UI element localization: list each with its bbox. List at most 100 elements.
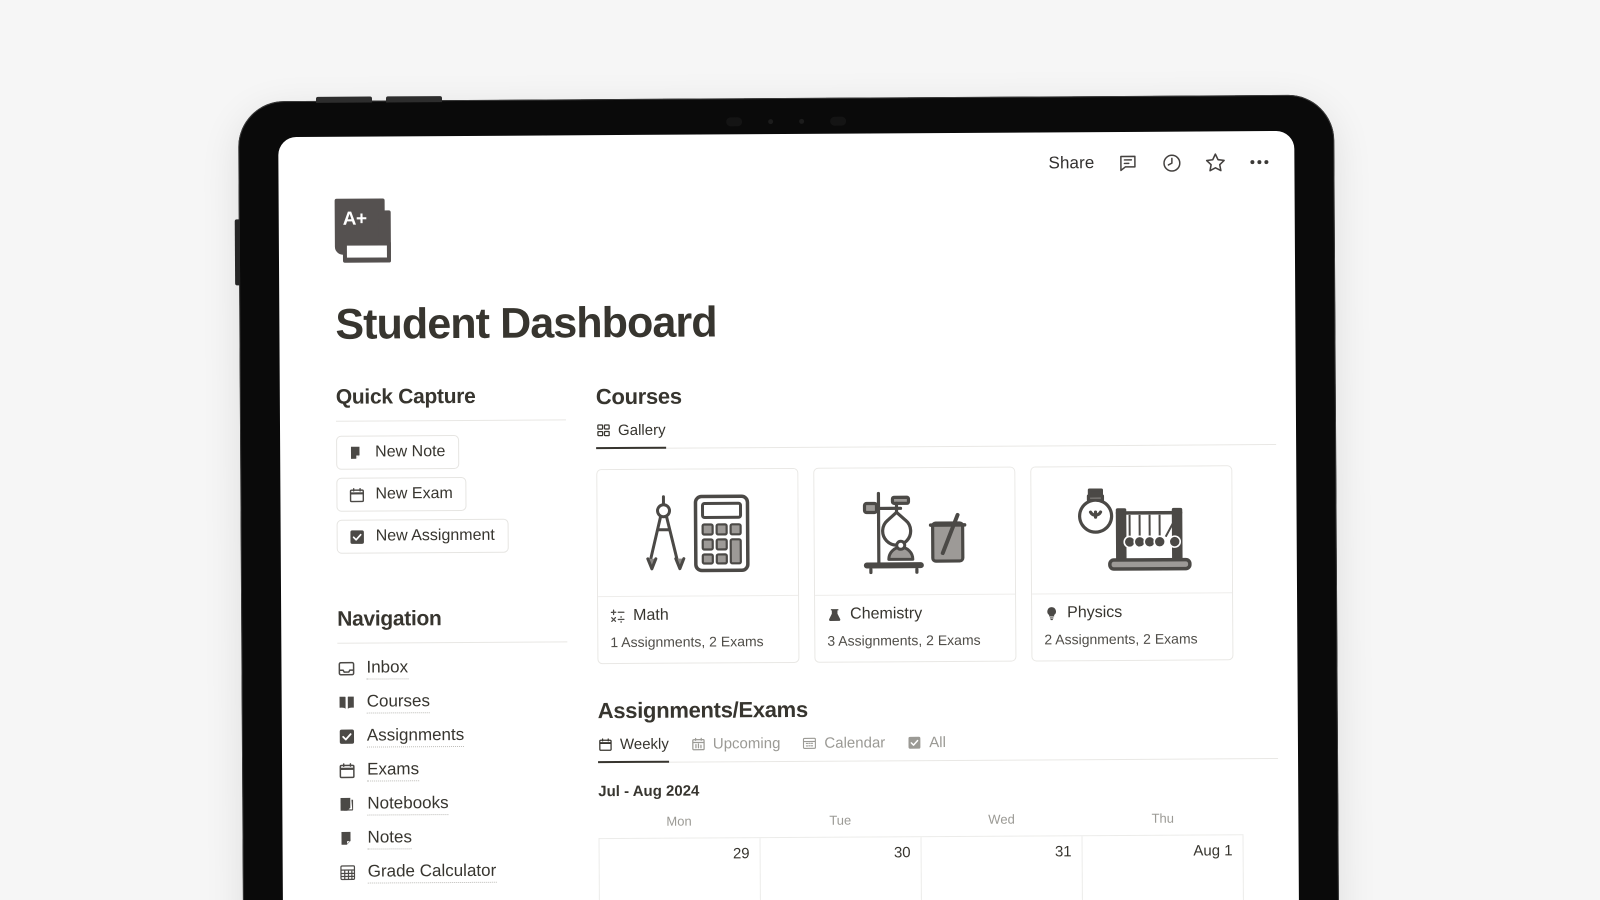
sidebar-item-label: Exams xyxy=(367,759,420,782)
course-card-physics[interactable]: Physics 2 Assignments, 2 Exams xyxy=(1030,465,1234,662)
sidebar-item-notebooks[interactable]: Notebooks xyxy=(338,792,568,816)
calendar-month-icon xyxy=(803,737,817,749)
speaker-grille-icon xyxy=(726,116,743,126)
note-icon xyxy=(341,831,351,845)
calendar-icon xyxy=(349,487,365,502)
sidebar-item-exams[interactable]: Exams xyxy=(338,758,568,782)
sidebar-item-grade-calculator[interactable]: Grade Calculator xyxy=(339,860,569,884)
ambient-sensor-icon xyxy=(799,118,805,124)
tablet-device-frame: Share A+ Student Dashboard Quick Capture… xyxy=(234,94,1340,900)
share-button[interactable]: Share xyxy=(1048,153,1094,173)
sidebar-item-label: Notebooks xyxy=(367,793,449,816)
math-operations-icon xyxy=(610,609,625,623)
calendar-cell[interactable]: 29 xyxy=(599,838,761,900)
course-card-math[interactable]: Math 1 Assignments, 2 Exams xyxy=(596,467,800,665)
inbox-icon xyxy=(338,661,355,676)
tab-calendar[interactable]: Calendar xyxy=(802,734,885,762)
checkbox-checked-icon xyxy=(908,736,921,749)
logo-aplus-text: A+ xyxy=(342,208,367,230)
calendar-cell[interactable]: Aug 1 xyxy=(1082,835,1244,900)
navigation-heading: Navigation xyxy=(337,607,442,631)
tab-label: Weekly xyxy=(619,735,669,754)
sidebar-item-label: Assignments xyxy=(366,724,465,748)
volume-up-button[interactable] xyxy=(315,96,373,103)
divider xyxy=(337,641,568,644)
front-camera-icon xyxy=(768,118,774,124)
lightbulb-icon xyxy=(1047,607,1056,621)
calendar-week-row: 29 30 31 Aug 1 xyxy=(598,834,1244,900)
course-meta: 2 Assignments, 2 Exams xyxy=(1044,630,1198,648)
tab-gallery[interactable]: Gallery xyxy=(595,421,666,450)
lab-apparatus-illustration xyxy=(814,467,1016,596)
tab-label: All xyxy=(929,734,946,752)
left-column: Quick Capture New Note New Exam New Assi… xyxy=(336,384,569,895)
new-assignment-button[interactable]: New Assignment xyxy=(336,518,509,554)
navigation-section: Navigation Inbox Courses Assignments Exa… xyxy=(337,606,569,884)
tab-weekly[interactable]: Weekly xyxy=(597,735,669,764)
history-clock-icon[interactable] xyxy=(1160,152,1182,174)
tab-label: Calendar xyxy=(824,734,886,752)
calendar-range-label: Jul - Aug 2024 xyxy=(598,782,700,801)
more-options-icon[interactable] xyxy=(1248,151,1270,173)
courses-tabrow: Gallery xyxy=(595,418,1277,450)
checkbox-checked-icon xyxy=(339,729,355,744)
new-note-label: New Note xyxy=(375,443,446,461)
quick-capture-buttons: New Note New Exam New Assignment xyxy=(336,434,567,561)
sidebar-item-label: Inbox xyxy=(366,657,409,680)
calendar-cell[interactable]: 30 xyxy=(760,837,922,900)
quick-capture-heading: Quick Capture xyxy=(335,384,476,409)
calendar-icon xyxy=(599,738,612,751)
tab-upcoming[interactable]: Upcoming xyxy=(691,735,781,763)
new-exam-label: New Exam xyxy=(375,485,453,503)
gallery-grid-icon xyxy=(597,424,610,437)
book-aplus-icon: A+ xyxy=(334,198,399,270)
calendar-dow-tue: Tue xyxy=(829,812,852,828)
tab-all[interactable]: All xyxy=(907,734,946,761)
page-content: A+ Student Dashboard Quick Capture New N… xyxy=(334,193,1300,900)
new-exam-button[interactable]: New Exam xyxy=(336,476,467,512)
page-toolbar: Share xyxy=(1048,151,1270,174)
camera-sensor-array xyxy=(238,111,1334,132)
right-column: Courses Gallery Math 1 Assignments, 2 Ex… xyxy=(596,380,1299,900)
comment-icon[interactable] xyxy=(1116,152,1138,174)
volume-down-button[interactable] xyxy=(385,96,443,103)
course-card-title-row: Chemistry xyxy=(827,605,1003,624)
assignments-exams-tabrow: Weekly Upcoming Calendar All xyxy=(597,732,1279,764)
upcoming-calendar-icon xyxy=(692,737,705,751)
flask-icon xyxy=(829,609,841,621)
notebooks-icon xyxy=(340,797,354,811)
courses-heading: Courses xyxy=(595,383,682,410)
sidebar-item-courses[interactable]: Courses xyxy=(338,690,568,714)
sidebar-item-label: Notes xyxy=(367,827,413,850)
side-power-button[interactable] xyxy=(234,219,241,286)
new-assignment-label: New Assignment xyxy=(375,526,495,545)
calculator-grid-icon xyxy=(340,865,356,881)
sidebar-item-label: Grade Calculator xyxy=(367,860,497,884)
favorite-star-icon[interactable] xyxy=(1204,151,1226,173)
course-card-list: Math 1 Assignments, 2 Exams Chemistry 3 … xyxy=(596,465,1277,665)
page-title: Student Dashboard xyxy=(335,298,717,349)
tab-label: Upcoming xyxy=(712,735,781,753)
weekly-calendar-grid: Mon Tue Wed Thu 29 30 31 Aug 1 xyxy=(598,810,1244,900)
tab-label: Gallery xyxy=(617,421,666,440)
notion-page: Share A+ Student Dashboard Quick Capture… xyxy=(278,131,1299,900)
calendar-dow-mon: Mon xyxy=(666,813,692,829)
assignments-exams-section: Assignments/Exams Weekly Upcoming Calend… xyxy=(598,694,1279,900)
new-note-button[interactable]: New Note xyxy=(336,435,460,470)
course-card-chemistry[interactable]: Chemistry 3 Assignments, 2 Exams xyxy=(813,466,1017,663)
tablet-screen: Share A+ Student Dashboard Quick Capture… xyxy=(278,130,1300,900)
note-icon xyxy=(350,446,360,459)
calendar-cell[interactable]: 31 xyxy=(921,836,1083,900)
quick-capture-section: Quick Capture New Note New Exam New Assi… xyxy=(336,384,567,561)
page-columns: Quick Capture New Note New Exam New Assi… xyxy=(336,380,1299,900)
course-title: Chemistry xyxy=(850,605,923,623)
compass-calculator-illustration xyxy=(597,468,799,598)
sidebar-item-notes[interactable]: Notes xyxy=(338,826,568,850)
sidebar-item-label: Courses xyxy=(366,691,431,714)
course-meta: 1 Assignments, 2 Exams xyxy=(610,633,764,651)
sidebar-item-inbox[interactable]: Inbox xyxy=(337,656,567,680)
divider xyxy=(335,419,566,422)
calendar-day-headers: Mon Tue Wed Thu xyxy=(598,810,1243,838)
sidebar-item-assignments[interactable]: Assignments xyxy=(338,724,568,748)
calendar-icon xyxy=(339,763,355,779)
